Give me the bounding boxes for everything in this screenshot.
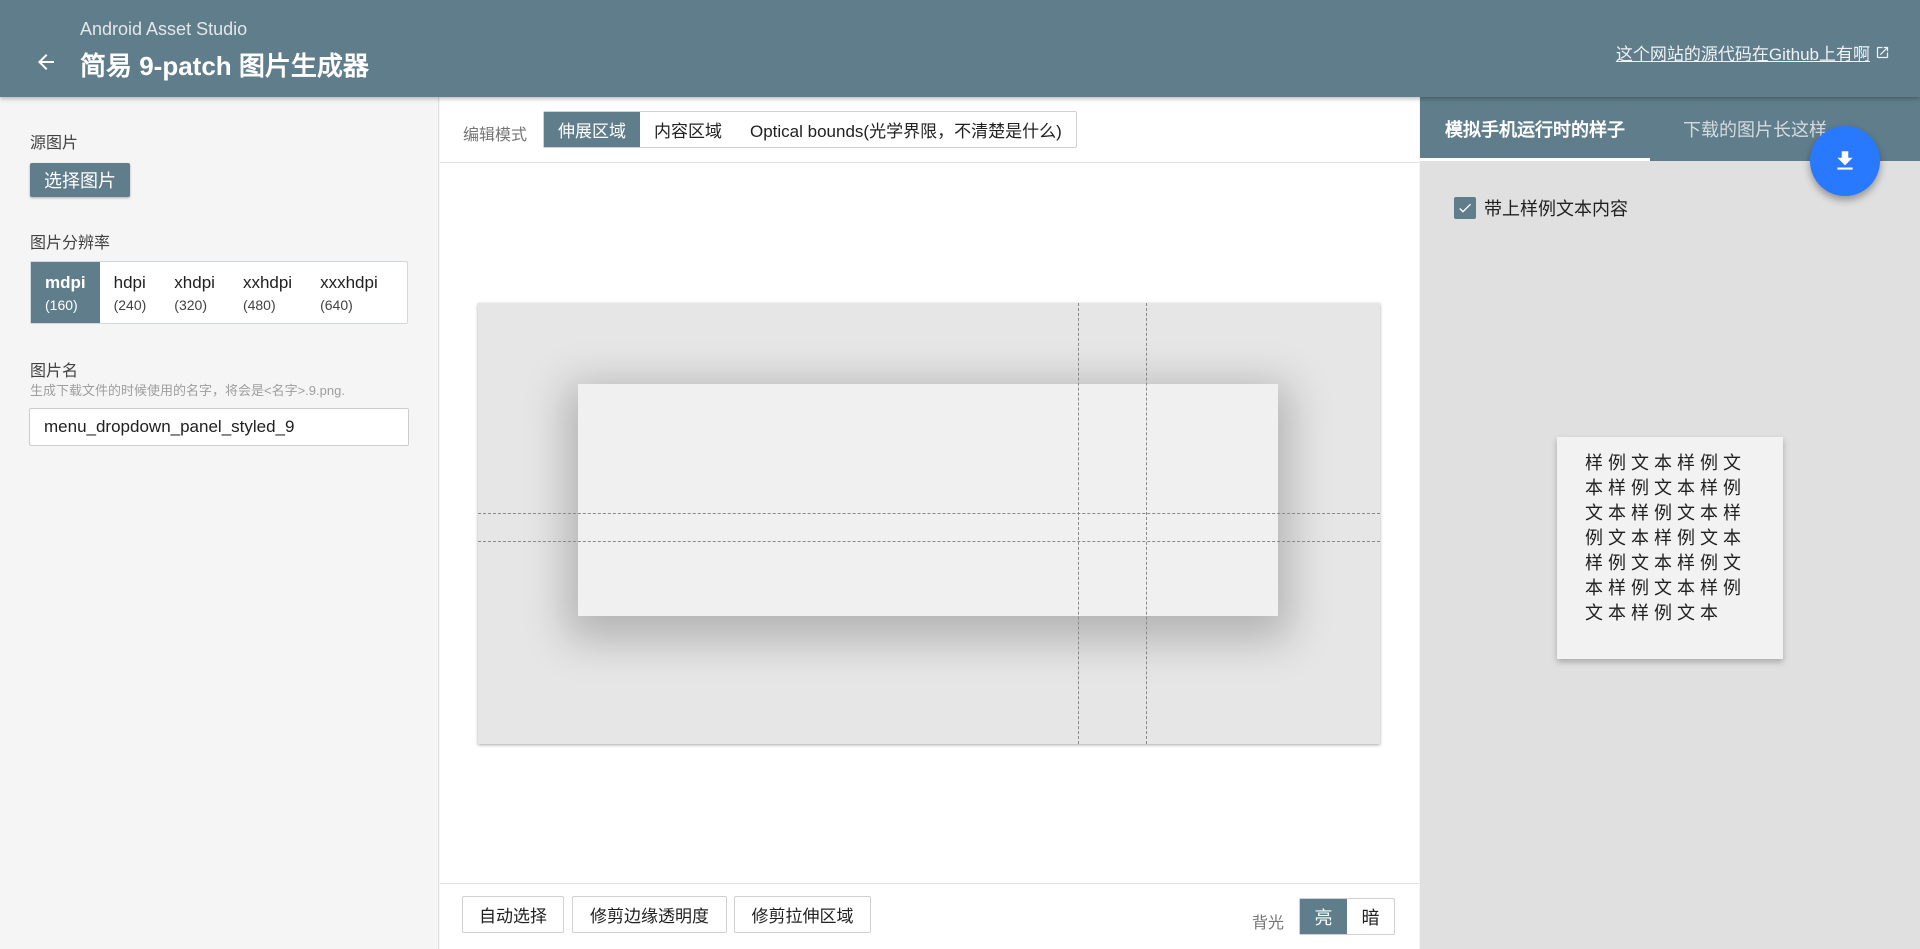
stretch-guide-left[interactable] — [1078, 303, 1079, 744]
sample-text-checkbox[interactable]: 带上样例文本内容 — [1454, 195, 1628, 221]
density-value: (320) — [174, 296, 207, 313]
mode-optical-bounds[interactable]: Optical bounds(光学界限，不清楚是什么) — [736, 112, 1076, 147]
stretch-guide-right[interactable] — [1146, 303, 1147, 744]
app-header: Android Asset Studio 简易 9-patch 图片生成器 这个… — [0, 0, 1920, 97]
background-label: 背光 — [1252, 915, 1285, 932]
edit-mode-label: 编辑模式 — [463, 127, 528, 144]
auto-select-button[interactable]: 自动选择 — [462, 896, 564, 933]
github-link-label: 这个网站的源代码在Github上有啊 — [1615, 45, 1870, 64]
background-dark-option[interactable]: 暗 — [1347, 899, 1394, 934]
density-value: (240) — [113, 296, 147, 313]
editor-actions-bar: 自动选择 修剪边缘透明度 修剪拉伸区域 背光 亮 暗 — [440, 883, 1419, 949]
download-icon — [1837, 151, 1853, 170]
image-name-hint: 生成下载文件的时候使用的名字，将会是<名字>.9.png. — [30, 383, 345, 398]
density-name: xxhdpi — [242, 272, 293, 292]
checkbox-checked-icon — [1454, 197, 1476, 219]
density-name: xhdpi — [174, 272, 215, 292]
select-image-button[interactable]: 选择图片 — [30, 163, 130, 197]
density-value: (480) — [242, 296, 276, 313]
density-name: mdpi — [45, 272, 86, 292]
image-name-label: 图片名 — [30, 363, 79, 380]
density-value: (640) — [320, 296, 353, 313]
download-button[interactable] — [1810, 126, 1880, 196]
ninepatch-editor-canvas[interactable] — [478, 303, 1380, 744]
open-in-new-icon — [1876, 46, 1889, 59]
source-image-label: 源图片 — [30, 135, 79, 152]
editor-panel: 编辑模式 伸展区域 内容区域 Optical bounds(光学界限，不清楚是什… — [440, 97, 1419, 949]
density-option-xxhdpi[interactable]: xxhdpi (480) — [229, 262, 306, 323]
arrow-left-icon — [38, 54, 54, 70]
device-preview-card: 样例文本样例文本样例文本样例文本样例文本样例文本样例文本样例文本样例文本样例文本… — [1557, 437, 1783, 659]
density-value: (160) — [45, 296, 78, 313]
github-source-link[interactable]: 这个网站的源代码在Github上有啊 — [1616, 40, 1890, 65]
density-selector: mdpi (160) hdpi (240) xhdpi (320) xxhdpi… — [30, 261, 408, 324]
density-name: hdpi — [113, 272, 146, 292]
page-title: 简易 9-patch 图片生成器 — [80, 51, 369, 81]
density-option-xxxhdpi[interactable]: xxxhdpi (640) — [306, 262, 392, 323]
trim-stretch-region-button[interactable]: 修剪拉伸区域 — [734, 896, 871, 933]
density-option-mdpi[interactable]: mdpi (160) — [31, 262, 100, 323]
sample-text: 样例文本样例文本样例文本样例文本样例文本样例文本样例文本样例文本样例文本样例文本… — [1585, 453, 1746, 623]
active-tab-indicator — [1420, 158, 1650, 161]
image-preview-shape — [578, 384, 1278, 616]
tab-device-preview[interactable]: 模拟手机运行时的样子 — [1420, 97, 1650, 161]
density-option-hdpi[interactable]: hdpi (240) — [100, 262, 161, 323]
background-light-option[interactable]: 亮 — [1300, 899, 1347, 934]
preview-panel: 模拟手机运行时的样子 下载的图片长这样 带上样例文本内容 样例文本样例文本样例文… — [1420, 97, 1920, 949]
stretch-guide-bottom[interactable] — [478, 541, 1380, 542]
mode-content-region[interactable]: 内容区域 — [640, 112, 736, 147]
density-name: xxxhdpi — [320, 272, 378, 292]
background-selector: 亮 暗 — [1299, 898, 1395, 935]
trim-edge-transparency-button[interactable]: 修剪边缘透明度 — [572, 896, 727, 933]
edit-mode-toolbar: 编辑模式 伸展区域 内容区域 Optical bounds(光学界限，不清楚是什… — [440, 97, 1419, 163]
sample-text-checkbox-label: 带上样例文本内容 — [1484, 199, 1628, 219]
stretch-guide-top[interactable] — [478, 513, 1380, 514]
density-option-xhdpi[interactable]: xhdpi (320) — [160, 262, 229, 323]
mode-stretch-region[interactable]: 伸展区域 — [544, 112, 640, 147]
edit-mode-selector: 伸展区域 内容区域 Optical bounds(光学界限，不清楚是什么) — [543, 111, 1077, 148]
settings-panel: 源图片 选择图片 图片分辨率 mdpi (160) hdpi (240) xhd… — [0, 97, 439, 949]
image-name-input[interactable] — [29, 408, 409, 446]
back-button[interactable] — [28, 44, 64, 80]
density-label: 图片分辨率 — [30, 235, 111, 252]
app-subtitle: Android Asset Studio — [80, 19, 248, 39]
